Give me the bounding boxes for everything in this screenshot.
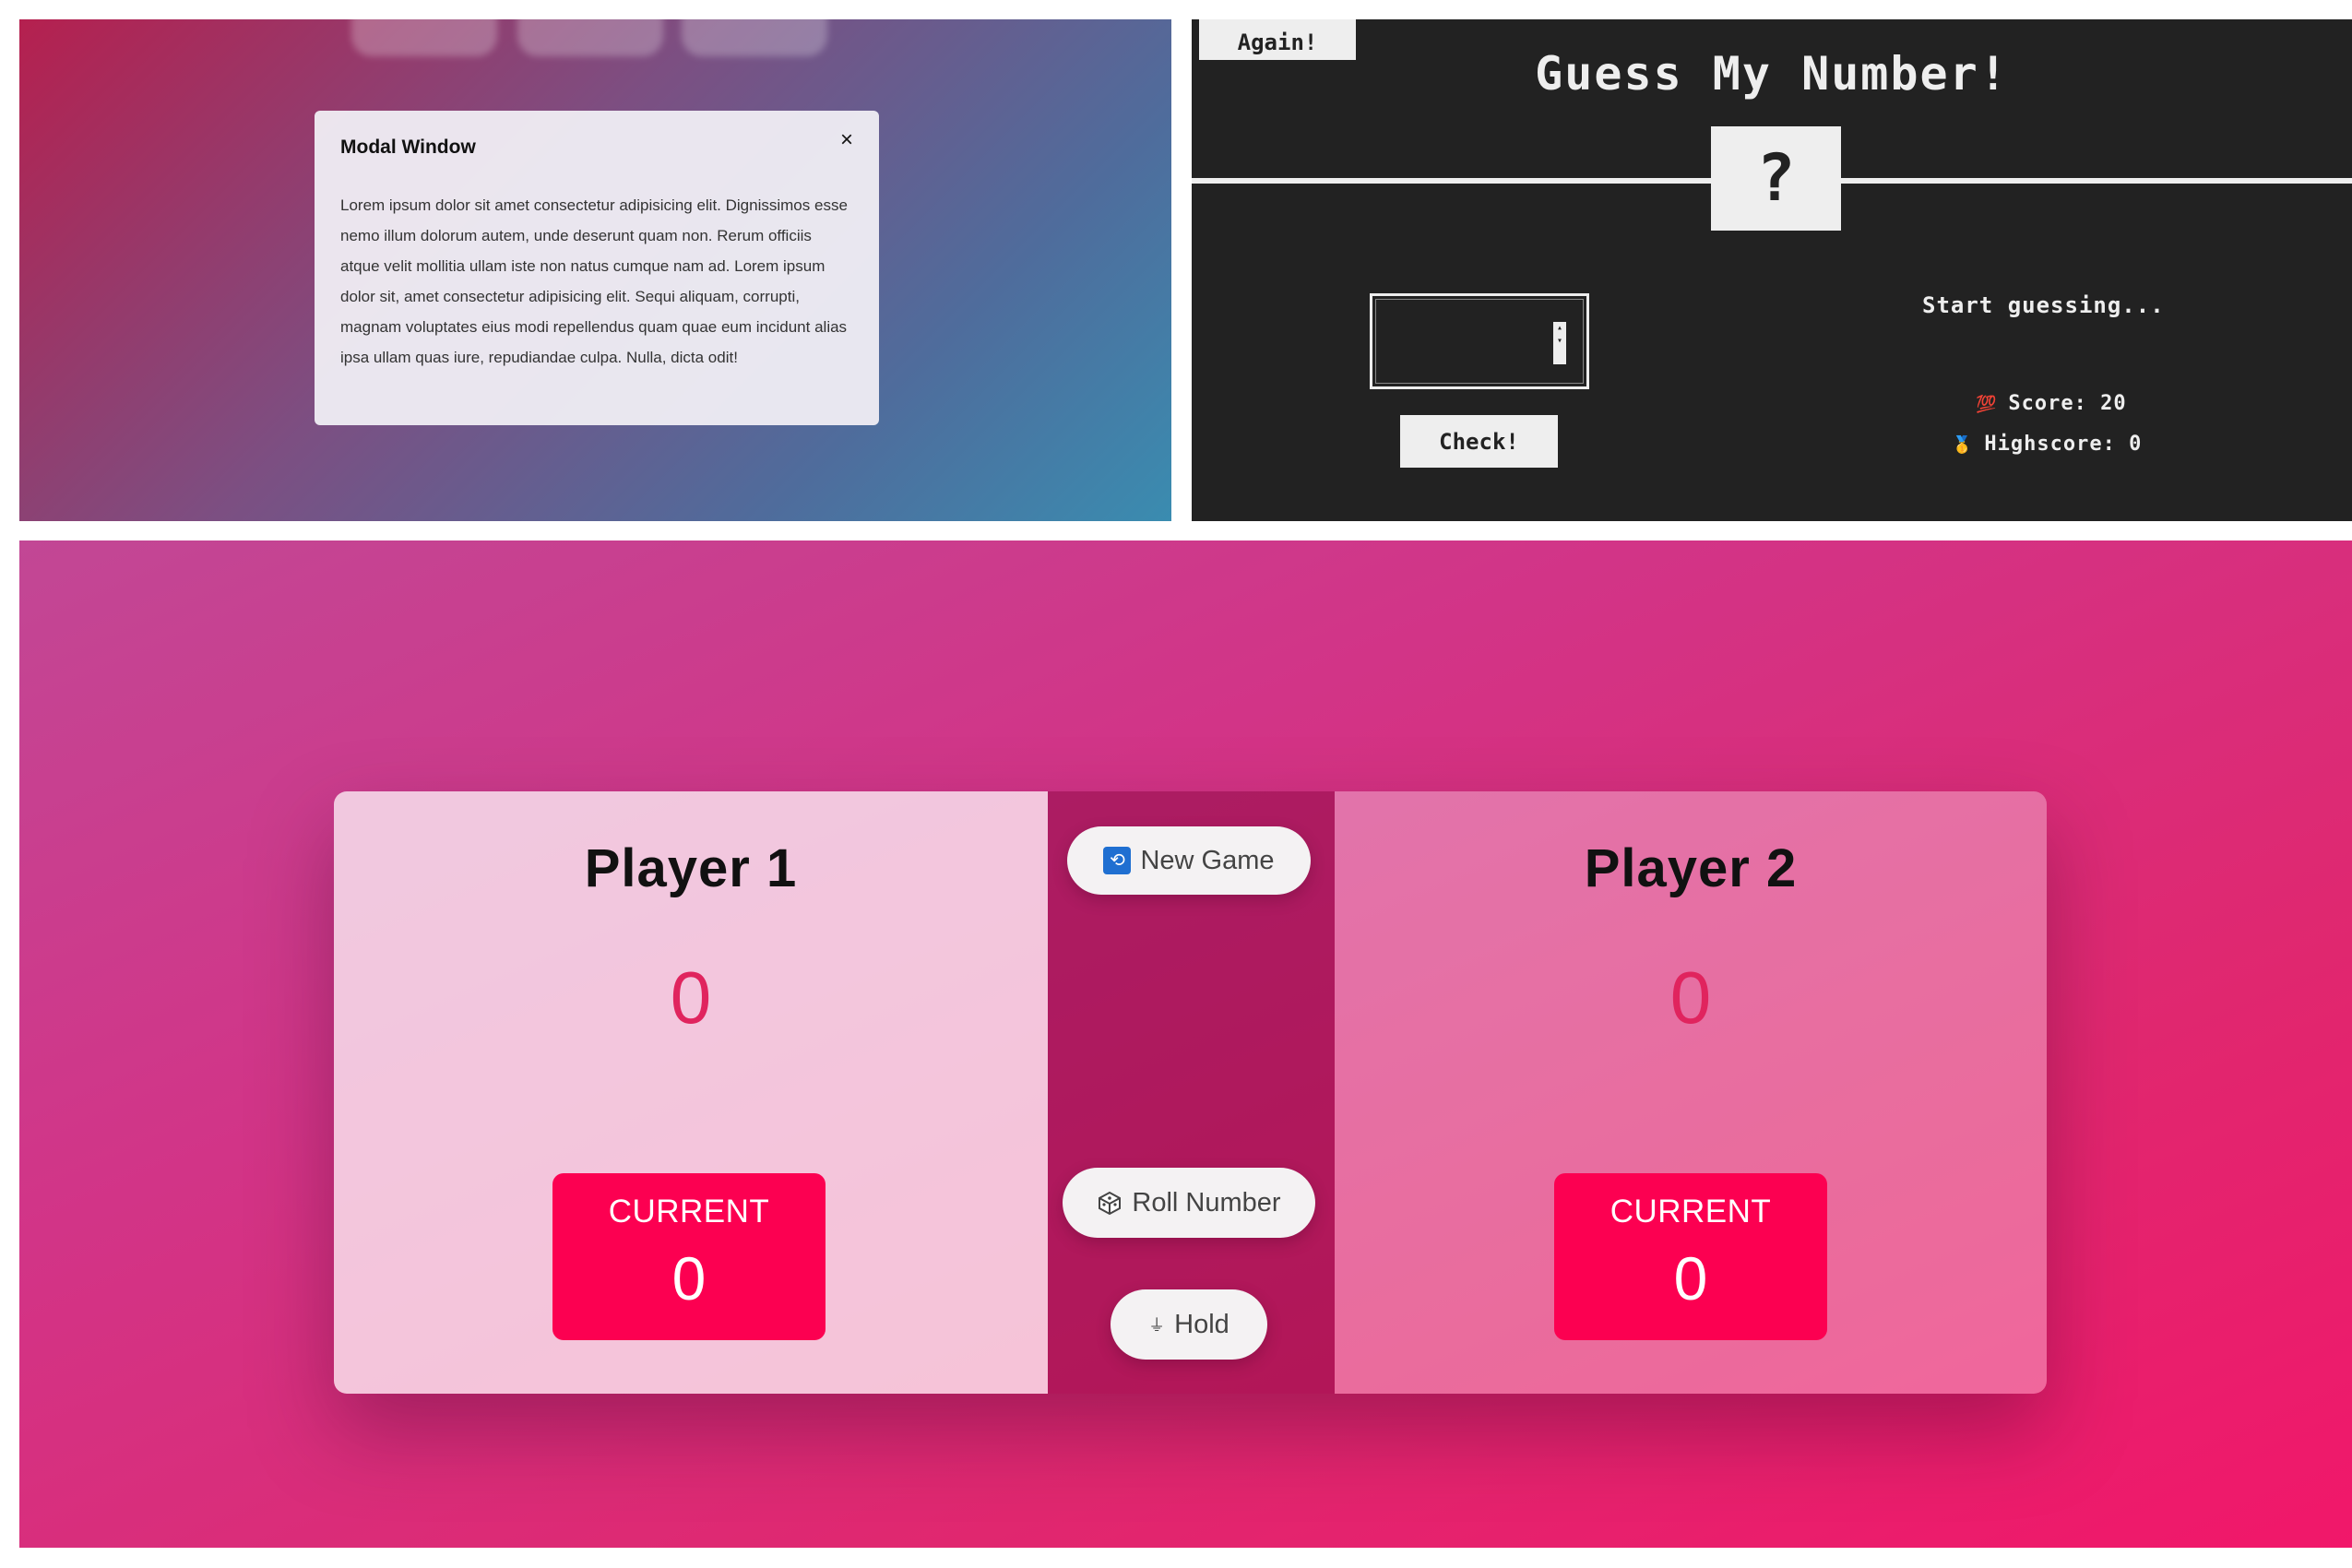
score-label: Score: 20 <box>2008 392 2127 415</box>
medal-icon: 🥇 <box>1952 435 1974 455</box>
player-1-score: 0 <box>670 956 712 1039</box>
score-line: 💯 Score: 20 <box>1976 392 2127 415</box>
show-modal-button-3[interactable] <box>682 19 827 56</box>
repeat-icon: ⟲ <box>1103 847 1132 874</box>
guess-message: Start guessing... <box>1922 292 2165 318</box>
pig-game-panel: Player 1 0 CURRENT 0 Player 2 0 CURRENT … <box>19 540 2352 1548</box>
hold-button[interactable]: ⏚ Hold <box>1111 1289 1267 1360</box>
new-game-button[interactable]: ⟲ New Game <box>1067 826 1311 895</box>
player-1-section: Player 1 0 CURRENT 0 <box>334 791 1048 1394</box>
highscore-line: 🥇 Highscore: 0 <box>1952 433 2142 456</box>
roll-number-button[interactable]: Roll Number <box>1063 1168 1315 1238</box>
player-2-score: 0 <box>1669 956 1712 1039</box>
modal-body-text: Lorem ipsum dolor sit amet consectetur a… <box>340 196 848 366</box>
player-1-name: Player 1 <box>584 838 798 898</box>
player-2-current-score: 0 <box>1673 1244 1708 1313</box>
hundred-points-icon: 💯 <box>1976 395 1998 414</box>
check-button[interactable]: Check! <box>1400 415 1558 468</box>
hold-label: Hold <box>1174 1309 1229 1339</box>
player-2-current-box: CURRENT 0 <box>1554 1173 1827 1340</box>
player-2-name: Player 2 <box>1584 838 1798 898</box>
guess-number-panel: Again! Guess My Number! ? ▴ ▾ Check! Star… <box>1192 19 2352 521</box>
secret-number-box: ? <box>1711 126 1841 231</box>
hold-icon: ⏚ <box>1148 1316 1166 1335</box>
player-1-current-box: CURRENT 0 <box>552 1173 826 1340</box>
modal-window: Modal Window × Lorem ipsum dolor sit ame… <box>315 111 879 425</box>
roll-number-label: Roll Number <box>1132 1187 1281 1218</box>
player-2-section: Player 2 0 CURRENT 0 <box>1335 791 2047 1394</box>
guess-input[interactable]: ▴ ▾ <box>1370 293 1589 389</box>
close-icon[interactable]: × <box>840 129 853 151</box>
current-label: CURRENT <box>1610 1194 1772 1229</box>
current-label: CURRENT <box>608 1194 770 1229</box>
modal-demo-panel: Modal Window × Lorem ipsum dolor sit ame… <box>19 19 1171 521</box>
player-1-current-score: 0 <box>671 1244 707 1313</box>
new-game-label: New Game <box>1140 845 1275 875</box>
show-modal-button-1[interactable] <box>351 19 497 56</box>
highscore-label: Highscore: 0 <box>1984 433 2143 456</box>
modal-title: Modal Window <box>340 137 476 158</box>
show-modal-button-2[interactable] <box>517 19 663 56</box>
number-spinner-icon[interactable]: ▴ ▾ <box>1553 322 1566 364</box>
guess-title: Guess My Number! <box>1535 47 2009 101</box>
dice-icon <box>1099 1191 1122 1216</box>
